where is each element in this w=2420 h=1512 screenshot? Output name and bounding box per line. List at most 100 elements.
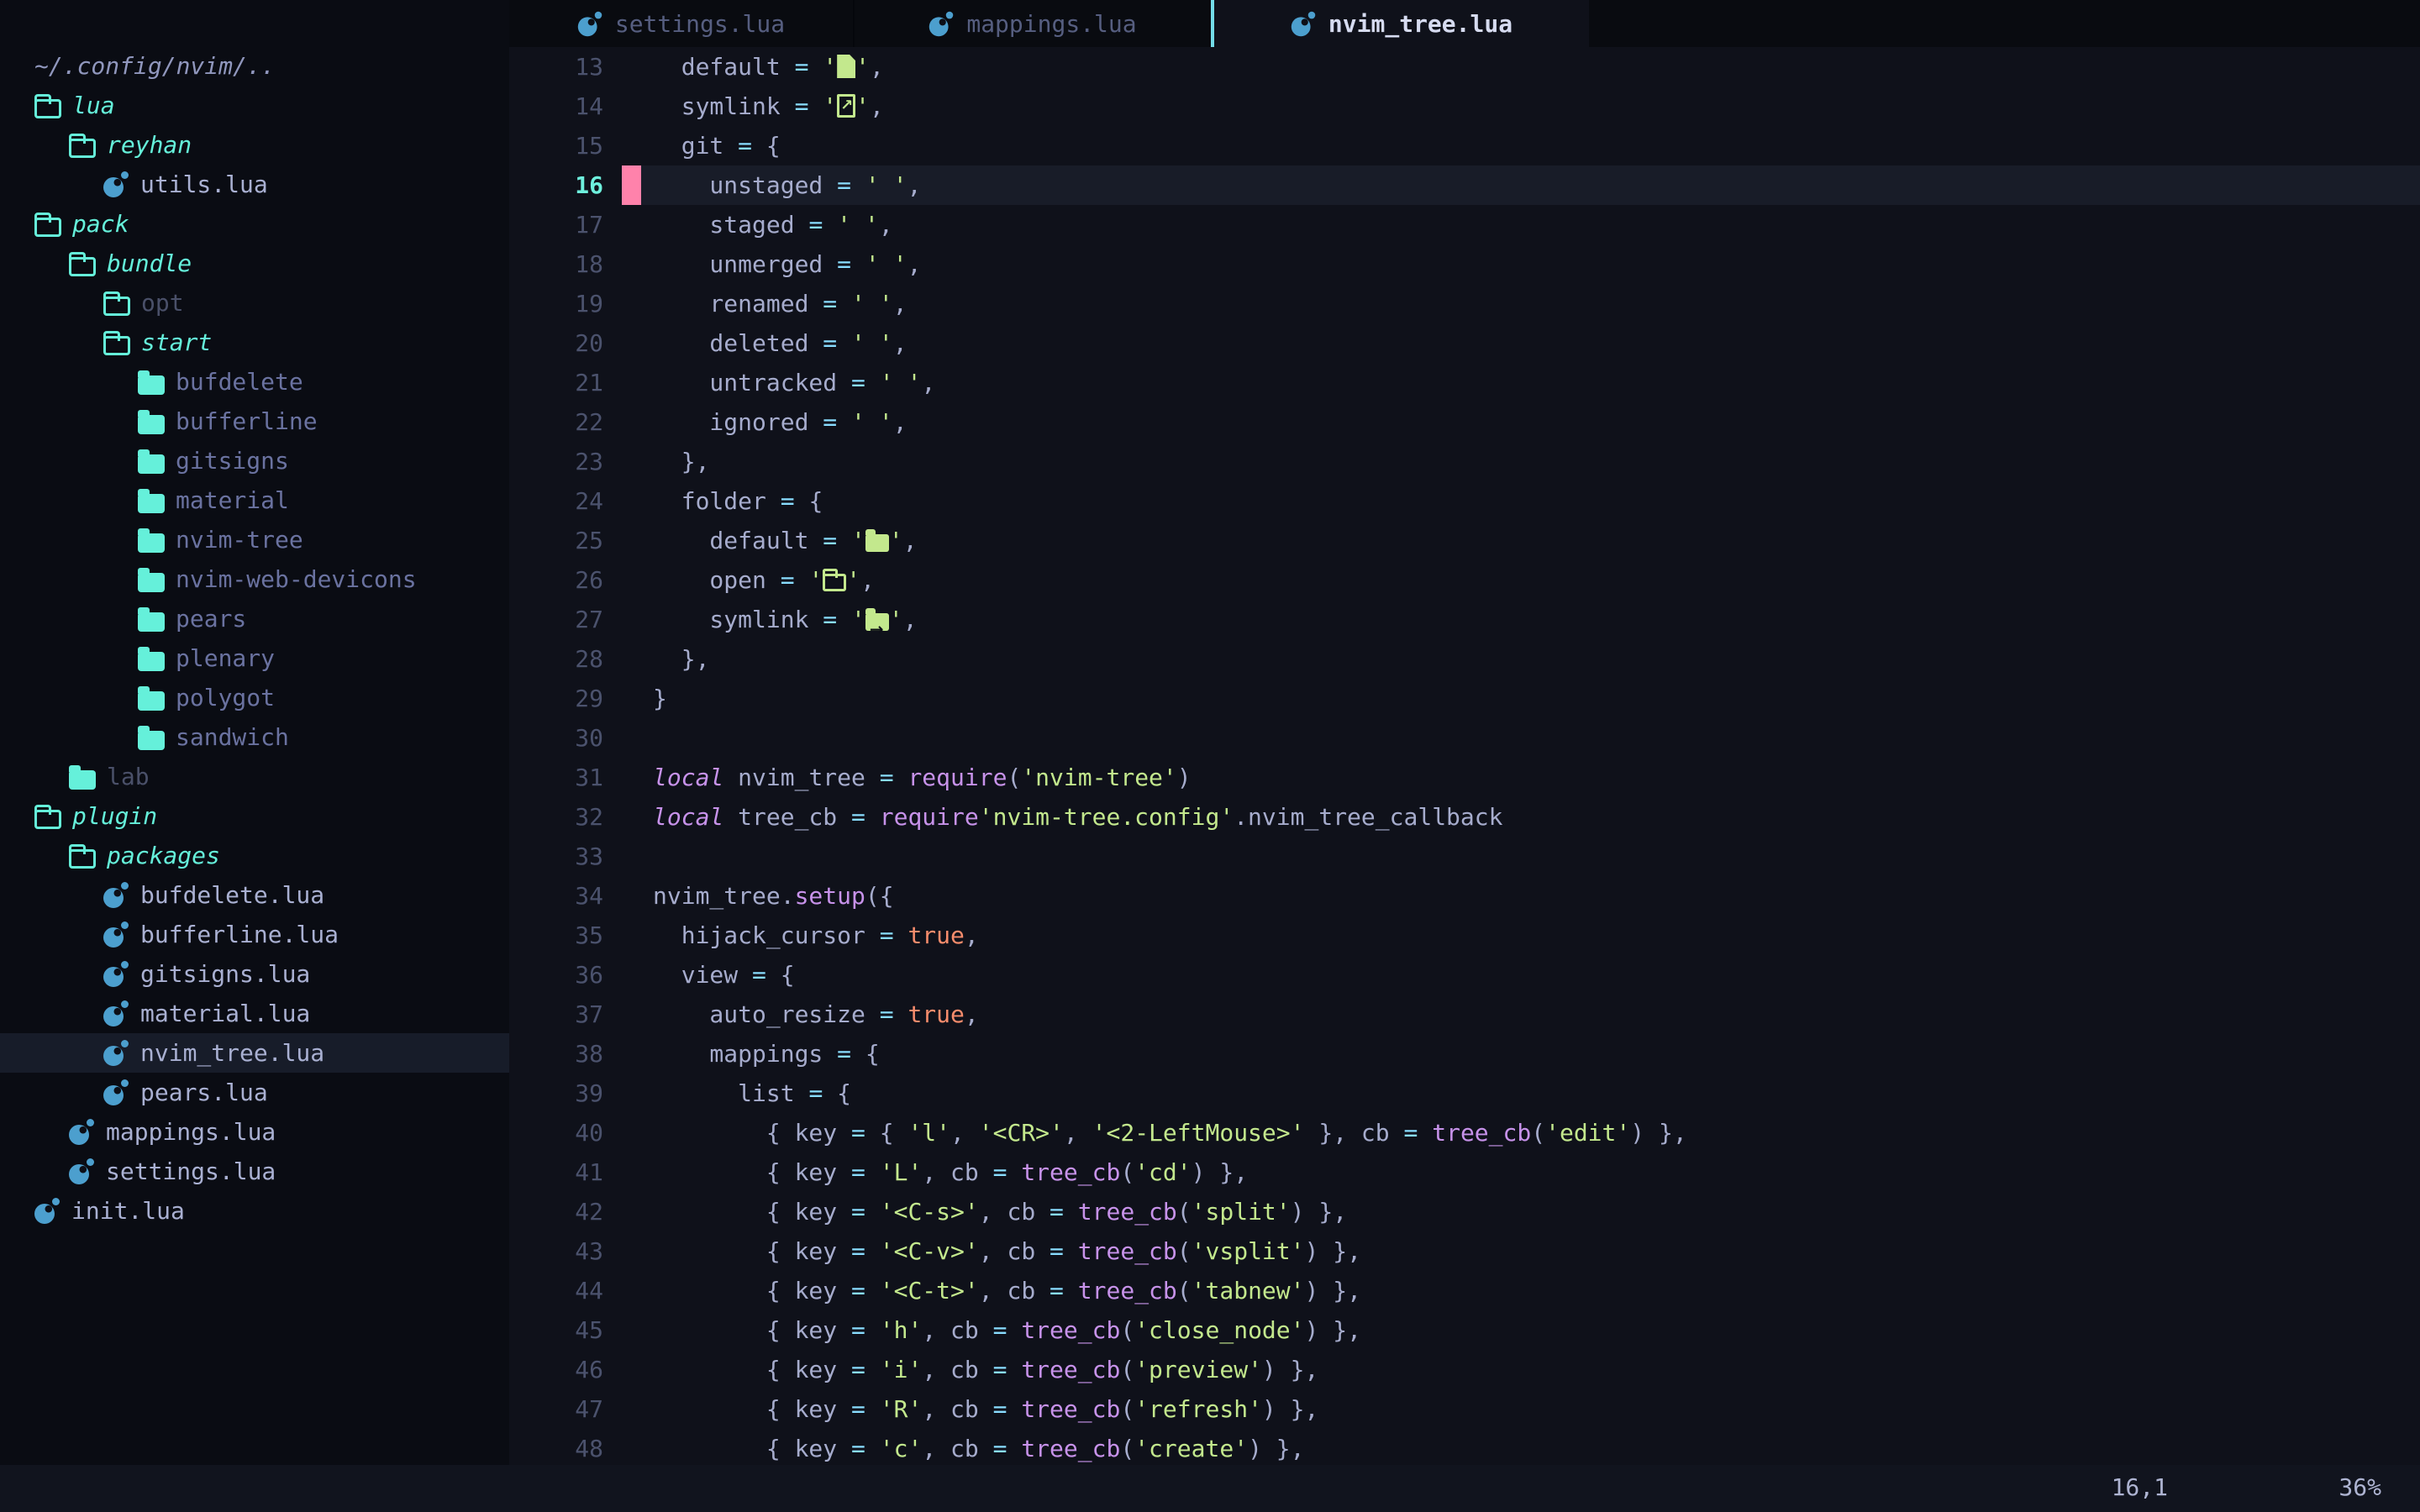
- tree-item-packages[interactable]: packages: [0, 836, 509, 875]
- code-line[interactable]: 26 open = '',: [509, 560, 2420, 600]
- tree-item-settings.lua[interactable]: settings.lua: [0, 1152, 509, 1191]
- tree-item-init.lua[interactable]: init.lua: [0, 1191, 509, 1231]
- folder-open-icon: [69, 849, 96, 869]
- code-text: { key = 'i', cb = tree_cb('preview') },: [653, 1350, 1318, 1389]
- tree-item-start[interactable]: start: [0, 323, 509, 362]
- tree-item-bufdelete.lua[interactable]: bufdelete.lua: [0, 875, 509, 915]
- tree-item-bufferline.lua[interactable]: bufferline.lua: [0, 915, 509, 954]
- code-token: default: [653, 527, 823, 554]
- code-line[interactable]: 37 auto_resize = true,: [509, 995, 2420, 1034]
- code-line[interactable]: 19 renamed = '',: [509, 284, 2420, 323]
- code-line[interactable]: 35 hijack_cursor = true,: [509, 916, 2420, 955]
- sign-column: [622, 916, 641, 955]
- tree-item-gitsigns[interactable]: gitsigns: [0, 441, 509, 480]
- code-line[interactable]: 43 { key = '<C-v>', cb = tree_cb('vsplit…: [509, 1231, 2420, 1271]
- tree-item-material[interactable]: material: [0, 480, 509, 520]
- code-token: '<C-v>': [880, 1237, 979, 1265]
- code-line[interactable]: 29}: [509, 679, 2420, 718]
- code-line[interactable]: 17 staged = '',: [509, 205, 2420, 244]
- line-number: 25: [509, 521, 603, 560]
- code-line[interactable]: 20 deleted = '',: [509, 323, 2420, 363]
- code-token: }, cb: [1305, 1119, 1404, 1147]
- tab-label: mappings.lua: [966, 10, 1136, 38]
- tree-item-utils.lua[interactable]: utils.lua: [0, 165, 509, 204]
- code-line[interactable]: 24 folder = {: [509, 481, 2420, 521]
- code-token: 'R': [880, 1395, 923, 1423]
- code-token: { key: [653, 1316, 851, 1344]
- tree-item-.confignvim..[interactable]: ~/.config/nvim/..: [0, 46, 509, 86]
- code-line[interactable]: 42 { key = '<C-s>', cb = tree_cb('split'…: [509, 1192, 2420, 1231]
- code-line[interactable]: 38 mappings = {: [509, 1034, 2420, 1074]
- code-token: ,: [908, 250, 922, 278]
- code-line[interactable]: 25 default = '',: [509, 521, 2420, 560]
- tree-item-lab[interactable]: lab: [0, 757, 509, 796]
- tree-item-gitsigns.lua[interactable]: gitsigns.lua: [0, 954, 509, 994]
- tree-item-reyhan[interactable]: reyhan: [0, 125, 509, 165]
- code-line[interactable]: 23 },: [509, 442, 2420, 481]
- code-token: tree_cb: [1021, 1158, 1120, 1186]
- code-line[interactable]: 36 view = {: [509, 955, 2420, 995]
- code-token: tree_cb: [738, 803, 851, 831]
- line-number: 40: [509, 1113, 603, 1152]
- code-token: 'nvim-tree': [1021, 764, 1176, 791]
- code-text: }: [653, 679, 667, 718]
- code-token: ': [908, 369, 922, 396]
- sign-column: [622, 679, 641, 718]
- code-line[interactable]: 21 untracked = '',: [509, 363, 2420, 402]
- line-number: 28: [509, 639, 603, 679]
- tree-item-lua[interactable]: lua: [0, 86, 509, 125]
- tree-item-nvim-web-devicons[interactable]: nvim-web-devicons: [0, 559, 509, 599]
- code-line[interactable]: 31local nvim_tree = require('nvim-tree'): [509, 758, 2420, 797]
- code-token: '<C-s>': [880, 1198, 979, 1226]
- tab-settingslua[interactable]: settings.lua: [509, 0, 853, 47]
- code-line[interactable]: 48 { key = 'c', cb = tree_cb('create') }…: [509, 1429, 2420, 1465]
- sign-column: [622, 1192, 641, 1231]
- tree-item-nvim_tree.lua[interactable]: nvim_tree.lua: [0, 1033, 509, 1073]
- tree-item-bundle[interactable]: bundle: [0, 244, 509, 283]
- code-text: folder = {: [653, 481, 823, 521]
- tree-item-plenary[interactable]: plenary: [0, 638, 509, 678]
- code-line[interactable]: 34nvim_tree.setup({: [509, 876, 2420, 916]
- tree-item-plugin[interactable]: plugin: [0, 796, 509, 836]
- tree-item-opt[interactable]: opt: [0, 283, 509, 323]
- code-token: auto_resize: [653, 1000, 880, 1028]
- code-token: ignored: [653, 408, 823, 436]
- tree-item-material.lua[interactable]: material.lua: [0, 994, 509, 1033]
- tab-mappingslua[interactable]: mappings.lua: [853, 0, 1211, 47]
- code-line[interactable]: 33: [509, 837, 2420, 876]
- code-line[interactable]: 14 symlink = '',: [509, 87, 2420, 126]
- code-line[interactable]: 16 unstaged = '',: [509, 165, 2420, 205]
- code-line[interactable]: 32local tree_cb = require'nvim-tree.conf…: [509, 797, 2420, 837]
- tree-item-nvim-tree[interactable]: nvim-tree: [0, 520, 509, 559]
- code-token: =: [851, 1158, 880, 1186]
- code-line[interactable]: 13 default = '',: [509, 47, 2420, 87]
- tree-item-sandwich[interactable]: sandwich: [0, 717, 509, 757]
- cursor-position: 16,1: [2112, 1473, 2168, 1501]
- code-line[interactable]: 39 list = {: [509, 1074, 2420, 1113]
- sign-column: [622, 1152, 641, 1192]
- code-line[interactable]: 47 { key = 'R', cb = tree_cb('refresh') …: [509, 1389, 2420, 1429]
- code-line[interactable]: 40 { key = { 'l', '<CR>', '<2-LeftMouse>…: [509, 1113, 2420, 1152]
- code-area[interactable]: 13 default = '',14 symlink = '',15 git =…: [509, 47, 2420, 1465]
- tree-item-bufferline[interactable]: bufferline: [0, 402, 509, 441]
- code-line[interactable]: 41 { key = 'L', cb = tree_cb('cd') },: [509, 1152, 2420, 1192]
- tree-item-pack[interactable]: pack: [0, 204, 509, 244]
- tree-item-pears[interactable]: pears: [0, 599, 509, 638]
- tree-item-bufdelete[interactable]: bufdelete: [0, 362, 509, 402]
- tree-item-pears.lua[interactable]: pears.lua: [0, 1073, 509, 1112]
- code-line[interactable]: 18 unmerged = '',: [509, 244, 2420, 284]
- code-text: { key = 'h', cb = tree_cb('close_node') …: [653, 1310, 1361, 1350]
- code-line[interactable]: 28 },: [509, 639, 2420, 679]
- code-line[interactable]: 44 { key = '<C-t>', cb = tree_cb('tabnew…: [509, 1271, 2420, 1310]
- code-line[interactable]: 30: [509, 718, 2420, 758]
- code-line[interactable]: 45 { key = 'h', cb = tree_cb('close_node…: [509, 1310, 2420, 1350]
- tree-item-polygot[interactable]: polygot: [0, 678, 509, 717]
- tab-nvim_treelua[interactable]: nvim_tree.lua: [1211, 0, 1589, 47]
- code-line[interactable]: 22 ignored = '',: [509, 402, 2420, 442]
- tree-item-mappings.lua[interactable]: mappings.lua: [0, 1112, 509, 1152]
- code-token: setup: [795, 882, 865, 910]
- code-token: tree_cb: [1021, 1316, 1120, 1344]
- code-line[interactable]: 27 symlink = '',: [509, 600, 2420, 639]
- code-line[interactable]: 15 git = {: [509, 126, 2420, 165]
- code-line[interactable]: 46 { key = 'i', cb = tree_cb('preview') …: [509, 1350, 2420, 1389]
